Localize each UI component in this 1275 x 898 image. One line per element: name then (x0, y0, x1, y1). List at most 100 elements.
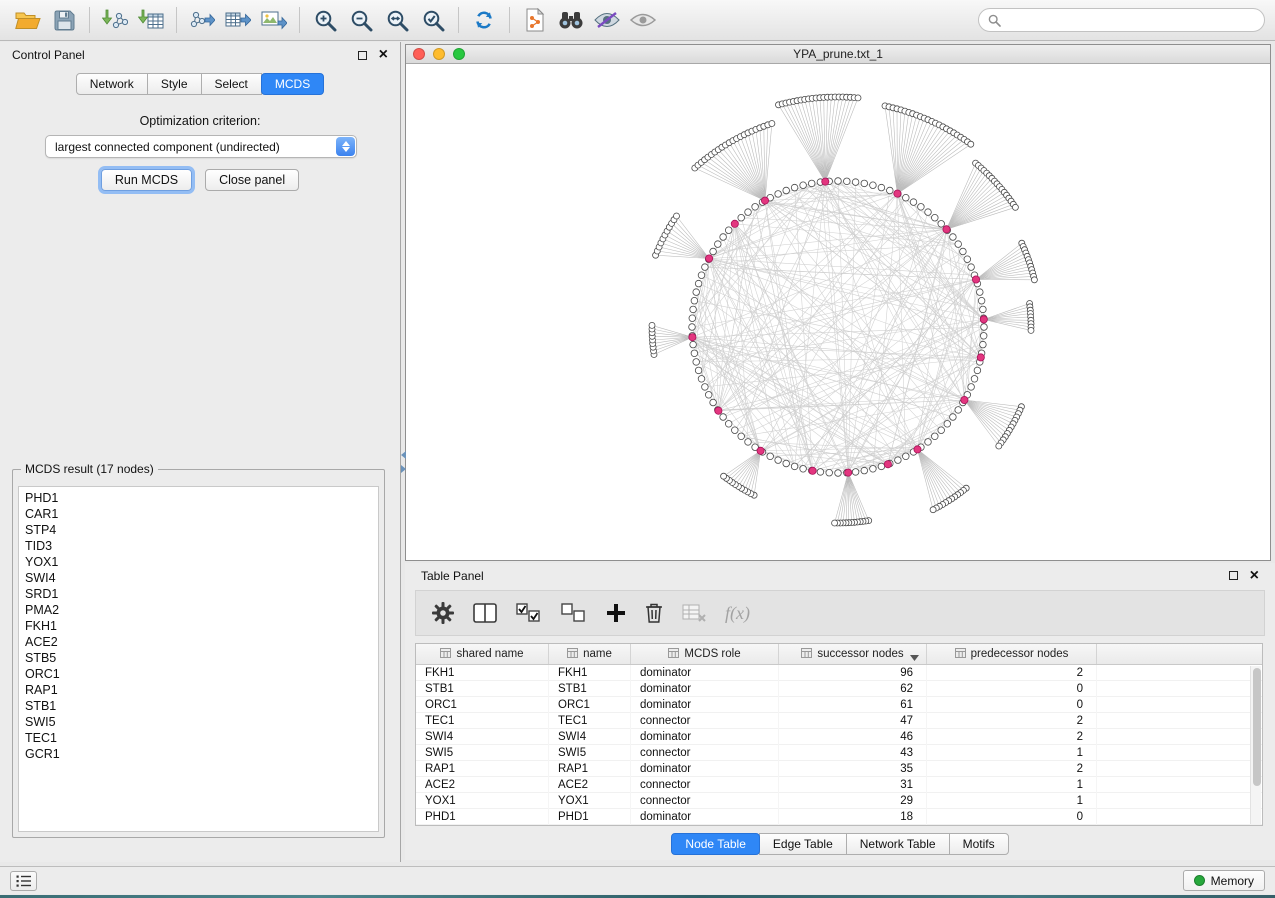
table-row[interactable]: RAP1RAP1dominator352 (416, 761, 1262, 777)
delete-row-button[interactable] (645, 602, 663, 624)
mcds-result-item[interactable]: YOX1 (25, 554, 372, 570)
mcds-result-list[interactable]: PHD1CAR1STP4TID3YOX1SWI4SRD1PMA2FKH1ACE2… (18, 486, 379, 832)
mcds-result-item[interactable]: GCR1 (25, 746, 372, 762)
search-input[interactable] (1007, 12, 1255, 28)
table-scrollbar[interactable] (1250, 666, 1261, 824)
float-panel-icon[interactable] (358, 51, 367, 60)
close-panel-icon[interactable]: × (379, 47, 388, 63)
table-row[interactable]: SWI4SWI4dominator462 (416, 729, 1262, 745)
mcds-result-item[interactable]: ORC1 (25, 666, 372, 682)
table-cell: 47 (779, 713, 927, 729)
tab-node-table[interactable]: Node Table (671, 833, 760, 855)
column-header-name[interactable]: name (549, 644, 631, 664)
deselect-all-rows-button[interactable] (561, 603, 587, 623)
add-row-button[interactable] (606, 603, 626, 623)
export-image-button[interactable] (256, 4, 292, 36)
tab-edge-table[interactable]: Edge Table (759, 833, 847, 855)
column-header-predecessor-nodes[interactable]: predecessor nodes (927, 644, 1097, 664)
mcds-action-buttons: Run MCDS Close panel (0, 169, 400, 191)
mcds-result-item[interactable]: SWI4 (25, 570, 372, 586)
mcds-result-item[interactable]: RAP1 (25, 682, 372, 698)
tab-select[interactable]: Select (201, 73, 262, 95)
table-row[interactable]: YOX1YOX1connector291 (416, 793, 1262, 809)
table-cell: TEC1 (416, 713, 549, 729)
column-header-shared-name[interactable]: shared name (416, 644, 549, 664)
table-cell: 0 (927, 681, 1097, 697)
eye-button[interactable] (625, 4, 661, 36)
zoom-selected-button[interactable] (415, 4, 451, 36)
zoom-out-button[interactable] (343, 4, 379, 36)
mcds-result-item[interactable]: STB1 (25, 698, 372, 714)
run-mcds-button[interactable]: Run MCDS (101, 169, 192, 191)
criterion-select[interactable]: largest connected component (undirected) (45, 135, 357, 158)
list-icon (16, 875, 32, 887)
tab-style[interactable]: Style (147, 73, 202, 95)
export-table-button[interactable] (220, 4, 256, 36)
table-cell: 2 (927, 665, 1097, 681)
panel-menu-button[interactable] (10, 871, 37, 891)
scrollbar-thumb[interactable] (1253, 668, 1261, 786)
minimize-window-button[interactable] (433, 48, 445, 60)
select-all-rows-button[interactable] (516, 603, 542, 623)
mcds-result-item[interactable]: PMA2 (25, 602, 372, 618)
panel-splitter[interactable] (398, 446, 408, 478)
mcds-result-item[interactable]: STP4 (25, 522, 372, 538)
table-row[interactable]: TEC1TEC1connector472 (416, 713, 1262, 729)
tab-network-table[interactable]: Network Table (846, 833, 950, 855)
float-panel-icon[interactable] (1229, 571, 1238, 580)
mcds-result-item[interactable]: ACE2 (25, 634, 372, 650)
tab-mcds[interactable]: MCDS (261, 73, 324, 95)
table-cell: dominator (631, 809, 779, 825)
tab-network[interactable]: Network (76, 73, 148, 95)
filter-button[interactable] (589, 4, 625, 36)
close-panel-button[interactable]: Close panel (205, 169, 299, 191)
table-row[interactable]: PHD1PHD1dominator180 (416, 809, 1262, 825)
delete-table-button[interactable] (682, 603, 706, 623)
table-row[interactable]: ACE2ACE2connector311 (416, 777, 1262, 793)
import-network-button[interactable] (97, 4, 133, 36)
export-network-button[interactable] (184, 4, 220, 36)
mcds-result-item[interactable]: TID3 (25, 538, 372, 554)
mcds-result-item[interactable]: FKH1 (25, 618, 372, 634)
open-folder-button[interactable] (10, 4, 46, 36)
mcds-result-item[interactable]: TEC1 (25, 730, 372, 746)
application-window: Control Panel × NetworkStyleSelectMCDS O… (0, 0, 1275, 898)
mcds-result-item[interactable]: SWI5 (25, 714, 372, 730)
search-box[interactable] (978, 8, 1265, 32)
network-window-titlebar[interactable]: YPA_prune.txt_1 (406, 45, 1270, 64)
column-header-MCDS-role[interactable]: MCDS role (631, 644, 779, 664)
column-header-successor-nodes[interactable]: successor nodes (779, 644, 927, 664)
find-button[interactable] (553, 4, 589, 36)
table-cell: 2 (927, 713, 1097, 729)
table-row[interactable]: ORC1ORC1dominator610 (416, 697, 1262, 713)
table-row[interactable]: STB1STB1dominator620 (416, 681, 1262, 697)
table-cell: dominator (631, 729, 779, 745)
save-button[interactable] (46, 4, 82, 36)
network-canvas-svg[interactable] (406, 64, 1270, 560)
zoom-fit-button[interactable] (379, 4, 415, 36)
share-document-button[interactable] (517, 4, 553, 36)
table-cell: connector (631, 745, 779, 761)
refresh-layout-button[interactable] (466, 4, 502, 36)
share-document-icon (524, 8, 546, 32)
table-cell: 31 (779, 777, 927, 793)
function-builder-button[interactable]: f(x) (725, 603, 750, 624)
import-table-button[interactable] (133, 4, 169, 36)
table-row[interactable]: FKH1FKH1dominator962 (416, 665, 1262, 681)
network-canvas[interactable] (406, 64, 1270, 560)
table-cell: 35 (779, 761, 927, 777)
zoom-in-icon (314, 9, 337, 32)
close-window-button[interactable] (413, 48, 425, 60)
mcds-result-item[interactable]: PHD1 (25, 490, 372, 506)
table-settings-button[interactable] (432, 602, 454, 624)
memory-button[interactable]: Memory (1183, 870, 1265, 891)
zoom-in-button[interactable] (307, 4, 343, 36)
table-row[interactable]: SWI5SWI5connector431 (416, 745, 1262, 761)
mcds-result-item[interactable]: CAR1 (25, 506, 372, 522)
mcds-result-item[interactable]: STB5 (25, 650, 372, 666)
close-panel-icon[interactable]: × (1250, 568, 1259, 584)
column-layout-button[interactable] (473, 603, 497, 623)
mcds-result-item[interactable]: SRD1 (25, 586, 372, 602)
tab-motifs[interactable]: Motifs (949, 833, 1009, 855)
zoom-window-button[interactable] (453, 48, 465, 60)
